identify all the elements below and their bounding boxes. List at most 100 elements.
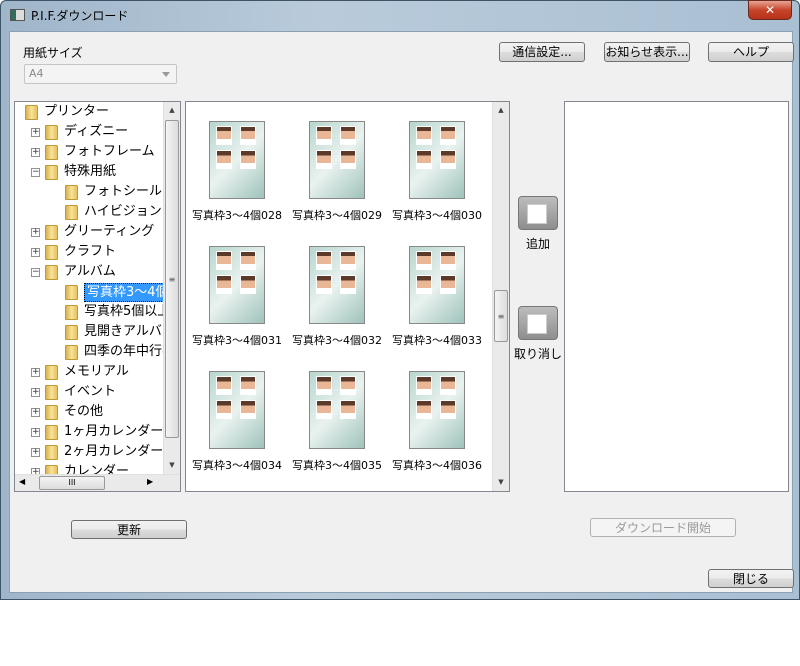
- close-button[interactable]: 閉じる: [708, 569, 794, 588]
- tree-item[interactable]: + クラフト: [15, 242, 165, 262]
- template-thumbnail[interactable]: 写真枠3～4個036: [387, 371, 487, 491]
- template-preview-image: [309, 371, 365, 449]
- window-close-button[interactable]: ✕: [748, 0, 792, 20]
- folder-icon: [45, 245, 58, 260]
- thumbnail-scroll-thumb[interactable]: ≡: [494, 290, 508, 342]
- template-name: 写真枠3～4個028: [192, 209, 282, 222]
- tree-item-label: ディズニー: [64, 124, 129, 139]
- folder-icon: [45, 405, 58, 420]
- window: P.I.F.ダウンロード ✕ 用紙サイズ A4 通信設定... お知らせ表示..…: [0, 0, 800, 600]
- thumbnail-vertical-scrollbar[interactable]: ▲ ≡ ▼: [492, 102, 509, 491]
- paper-size-value: A4: [29, 67, 44, 80]
- scroll-up-icon[interactable]: ▲: [493, 102, 509, 119]
- template-preview-image: [409, 121, 465, 199]
- tree-vertical-scrollbar[interactable]: ▲ ≡ ▼: [163, 102, 180, 474]
- folder-icon: [65, 285, 78, 300]
- template-thumbnail[interactable]: 写真枠3～4個032: [287, 246, 387, 366]
- tree-item[interactable]: +1ヶ月カレンダー: [15, 422, 165, 442]
- expand-icon[interactable]: +: [31, 228, 40, 237]
- add-label[interactable]: 追加: [518, 235, 558, 252]
- tree-item-label: 写真枠5個以上: [84, 304, 171, 319]
- template-thumbnail[interactable]: 写真枠3～4個033: [387, 246, 487, 366]
- tree-item[interactable]: − 特殊用紙: [15, 162, 165, 182]
- tree-item-label: イベント: [64, 384, 117, 399]
- tree-item[interactable]: +2ヶ月カレンダー: [15, 442, 165, 462]
- tree-item[interactable]: + イベント: [15, 382, 165, 402]
- template-name: 写真枠3～4個030: [392, 209, 482, 222]
- collapse-icon[interactable]: −: [31, 268, 40, 277]
- template-preview-image: [409, 246, 465, 324]
- app-icon: [10, 9, 25, 21]
- tree-item[interactable]: 写真枠3～4個: [15, 282, 172, 302]
- template-thumbnail[interactable]: 写真枠3～4個029: [287, 121, 387, 241]
- tree-item[interactable]: 見開きアルバム: [15, 322, 175, 342]
- tree-item-label: その他: [64, 404, 104, 419]
- comm-settings-button[interactable]: 通信設定...: [499, 42, 585, 62]
- collapse-icon[interactable]: −: [31, 168, 40, 177]
- tree-item[interactable]: + その他: [15, 402, 165, 422]
- scroll-up-icon[interactable]: ▲: [164, 102, 180, 119]
- template-thumbnail[interactable]: 写真枠3～4個030: [387, 121, 487, 241]
- scroll-right-icon[interactable]: ▶: [147, 477, 153, 486]
- expand-icon[interactable]: +: [31, 408, 40, 417]
- dialog-client: 用紙サイズ A4 通信設定... お知らせ表示... ヘルプ プリンター + ディズ…: [9, 31, 794, 593]
- template-thumbnail[interactable]: 写真枠3～4個028: [187, 121, 287, 241]
- expand-icon[interactable]: +: [31, 148, 40, 157]
- template-preview-image: [209, 121, 265, 199]
- tree-item-label: ハイビジョン: [84, 204, 162, 219]
- cancel-label[interactable]: 取り消し: [512, 345, 564, 362]
- tree-item[interactable]: プリンター: [15, 102, 165, 122]
- template-thumbnail[interactable]: 写真枠3～4個031: [187, 246, 287, 366]
- expand-icon[interactable]: +: [31, 428, 40, 437]
- tree-item[interactable]: + メモリアル: [15, 362, 165, 382]
- tree-item-label: 1ヶ月カレンダー: [64, 424, 164, 439]
- tree-item-label: プリンター: [44, 104, 110, 119]
- expand-icon[interactable]: +: [31, 448, 40, 457]
- show-notice-button[interactable]: お知らせ表示...: [604, 42, 690, 62]
- paper-size-label: 用紙サイズ: [23, 46, 83, 60]
- template-name: 写真枠3～4個036: [392, 459, 482, 472]
- expand-icon[interactable]: +: [31, 248, 40, 257]
- template-thumbnail-list[interactable]: 写真枠3～4個028 写真枠3～4個029 写真枠3～4個030 写真枠3～4個031…: [185, 101, 510, 492]
- tree-item-label: フォトフレーム: [64, 144, 155, 159]
- template-preview-image: [309, 121, 365, 199]
- scroll-down-icon[interactable]: ▼: [493, 474, 509, 491]
- refresh-button[interactable]: 更新: [71, 520, 187, 539]
- template-name: 写真枠3～4個035: [292, 459, 382, 472]
- tree-item[interactable]: + グリーティング: [15, 222, 165, 242]
- tree-item[interactable]: フォトシール: [15, 182, 165, 202]
- expand-icon[interactable]: +: [31, 388, 40, 397]
- tree-item-label: グリーティング: [64, 224, 155, 239]
- start-download-button[interactable]: ダウンロード開始: [590, 518, 736, 537]
- tree-item[interactable]: 四季の年中行事: [15, 342, 175, 362]
- add-arrow-icon-button[interactable]: [518, 196, 558, 230]
- expand-icon[interactable]: +: [31, 368, 40, 377]
- template-name: 写真枠3～4個032: [292, 334, 382, 347]
- tree-item[interactable]: ハイビジョン: [15, 202, 165, 222]
- category-tree[interactable]: プリンター + ディズニー + フォトフレーム − 特殊用紙 フォトシールハイビジョン + グリー…: [14, 101, 181, 492]
- cancel-arrow-icon-button[interactable]: [518, 306, 558, 340]
- tree-item[interactable]: − アルバム: [15, 262, 165, 282]
- tree-item-label: メモリアル: [64, 364, 129, 379]
- tree-scroll-thumb[interactable]: ≡: [165, 120, 179, 438]
- paper-size-select[interactable]: A4: [24, 64, 177, 84]
- template-preview-image: [409, 371, 465, 449]
- template-thumbnail[interactable]: 写真枠3～4個035: [287, 371, 387, 491]
- tree-horizontal-scrollbar[interactable]: ◀ III ▶: [15, 474, 180, 491]
- tree-hscroll-thumb[interactable]: III: [39, 476, 105, 490]
- template-thumbnail[interactable]: 写真枠3～4個034: [187, 371, 287, 491]
- folder-icon: [65, 325, 78, 340]
- template-name: 写真枠3～4個031: [192, 334, 282, 347]
- scroll-left-icon[interactable]: ◀: [19, 477, 25, 486]
- template-preview-image: [209, 371, 265, 449]
- tree-item[interactable]: + ディズニー: [15, 122, 165, 142]
- folder-icon: [45, 265, 58, 280]
- expand-icon[interactable]: +: [31, 128, 40, 137]
- download-queue-list[interactable]: [564, 101, 789, 492]
- help-button[interactable]: ヘルプ: [708, 42, 794, 62]
- tree-item[interactable]: + フォトフレーム: [15, 142, 165, 162]
- template-preview-image: [209, 246, 265, 324]
- scroll-down-icon[interactable]: ▼: [164, 457, 180, 474]
- tree-item[interactable]: 写真枠5個以上: [15, 302, 170, 322]
- folder-icon: [45, 225, 58, 240]
